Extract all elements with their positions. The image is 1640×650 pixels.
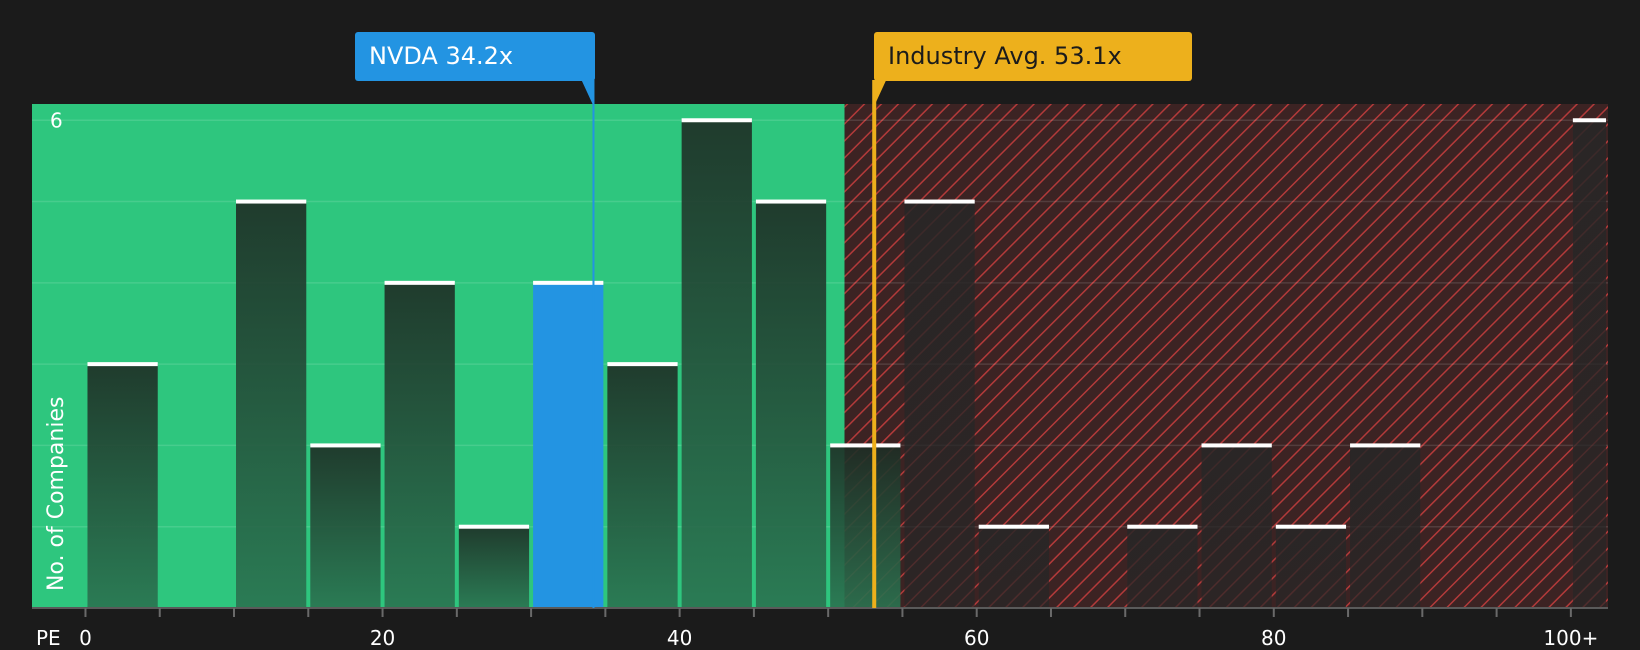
histogram-bar: [904, 201, 975, 608]
bar-cap: [607, 362, 678, 367]
bar-cap: [87, 362, 158, 367]
histogram-bar: [607, 364, 678, 608]
bar-cap: [310, 443, 381, 448]
histogram-bar: [830, 445, 901, 608]
bar-cap: [755, 199, 827, 204]
histogram-bar: [1127, 526, 1198, 608]
industry-avg-callout: Industry Avg. 53.1x: [874, 32, 1192, 81]
bar-cap: [1350, 443, 1421, 448]
x-tick-label: 0: [79, 626, 92, 650]
x-tick-label: 40: [667, 626, 692, 650]
pe-distribution-chart: 0 20 40 60 80 100+ PE 6 No. of Companies NVDA 34…: [0, 0, 1640, 650]
chart-svg: 0 20 40 60 80 100+ PE 6 No. of Companies: [32, 80, 1608, 650]
bar-cap: [1572, 118, 1606, 123]
histogram-bar: [1275, 526, 1347, 608]
histogram-bar: [755, 201, 827, 608]
industry-callout-pointer: [874, 80, 887, 106]
histogram-bar: [1201, 445, 1272, 608]
bar-cap: [458, 524, 530, 529]
histogram-bar: [978, 526, 1049, 608]
x-tick-label: 60: [964, 626, 989, 650]
histogram-bar: [310, 445, 381, 608]
bar-cap: [236, 199, 307, 204]
company-callout-pointer: [581, 80, 594, 106]
x-tick-label: 20: [370, 626, 395, 650]
bar-cap: [830, 443, 901, 448]
bar-cap: [1275, 524, 1347, 529]
bar-cap: [384, 280, 455, 285]
histogram-bar: [681, 120, 752, 609]
industry-marker-line: [872, 80, 877, 608]
histogram-bar: [236, 201, 307, 608]
bar-cap: [904, 199, 975, 204]
y-axis-label: No. of Companies: [44, 397, 69, 591]
histogram-bar: [1572, 120, 1606, 609]
bar-cap: [1127, 524, 1198, 529]
bar-cap: [1201, 443, 1272, 448]
x-tick-label: 100+: [1543, 626, 1598, 650]
x-tick-label: 80: [1261, 626, 1286, 650]
company-pe-callout: NVDA 34.2x: [355, 32, 595, 81]
bar-cap: [978, 524, 1049, 529]
histogram-bar: [87, 364, 158, 608]
x-axis-label: PE: [36, 626, 61, 650]
histogram-bar: [1350, 445, 1421, 608]
histogram-bar: [458, 526, 530, 608]
y-tick-label: 6: [50, 108, 63, 132]
histogram-bar: [384, 282, 455, 608]
bar-cap: [681, 118, 752, 123]
